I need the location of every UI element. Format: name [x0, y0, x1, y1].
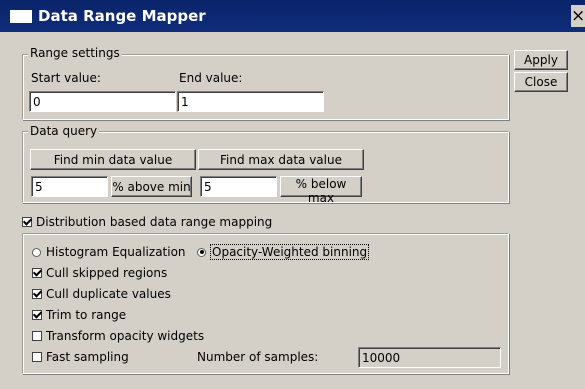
above-min-button[interactable]: % above min: [111, 176, 192, 197]
cull-skipped-regions-checkbox[interactable]: Cull skipped regions: [32, 265, 167, 281]
opacity-weighted-binning-radio[interactable]: Opacity-Weighted binning: [197, 244, 370, 260]
opacity-weighted-binning-radio-icon: [197, 247, 206, 257]
fast-sampling-check-icon: [32, 352, 42, 362]
transform-opacity-widgets-check-icon: [32, 331, 42, 341]
opacity-weighted-binning-label: Opacity-Weighted binning: [209, 244, 370, 260]
start-value-input[interactable]: [29, 91, 176, 112]
min-percent-input[interactable]: [31, 176, 108, 197]
transform-opacity-widgets-checkbox[interactable]: Transform opacity widgets: [32, 328, 204, 344]
fast-sampling-checkbox[interactable]: Fast sampling: [32, 349, 129, 365]
title-bar: Data Range Mapper ×: [0, 0, 585, 32]
histogram-equalization-radio[interactable]: Histogram Equalization: [32, 244, 186, 260]
find-max-button[interactable]: Find max data value: [198, 149, 364, 170]
trim-to-range-label: Trim to range: [46, 308, 127, 322]
close-icon[interactable]: ×: [571, 5, 585, 27]
number-of-samples-label: Number of samples:: [197, 350, 319, 364]
transform-opacity-widgets-label: Transform opacity widgets: [46, 329, 205, 343]
max-percent-input[interactable]: [200, 176, 277, 197]
cull-duplicate-values-check-icon: [32, 289, 42, 299]
apply-button[interactable]: Apply: [514, 50, 568, 70]
cull-skipped-regions-label: Cull skipped regions: [46, 266, 168, 280]
close-button[interactable]: Close: [514, 72, 568, 92]
number-of-samples-input[interactable]: [358, 347, 501, 368]
below-max-button[interactable]: % below max: [280, 176, 362, 205]
distribution-mapping-check-icon: [22, 217, 32, 227]
histogram-equalization-radio-icon: [32, 247, 41, 257]
histogram-equalization-label: Histogram Equalization: [46, 245, 186, 259]
distribution-mapping-label: Distribution based data range mapping: [36, 215, 273, 229]
start-value-label: Start value:: [31, 71, 101, 85]
window-title: Data Range Mapper: [38, 7, 206, 25]
cull-skipped-regions-check-icon: [32, 268, 42, 278]
trim-to-range-check-icon: [32, 310, 42, 320]
cull-duplicate-values-label: Cull duplicate values: [46, 287, 171, 301]
trim-to-range-checkbox[interactable]: Trim to range: [32, 307, 126, 323]
fast-sampling-label: Fast sampling: [46, 350, 129, 364]
find-min-button[interactable]: Find min data value: [30, 149, 196, 170]
end-value-label: End value:: [179, 71, 243, 85]
window-app-icon: [10, 10, 32, 23]
end-value-input[interactable]: [177, 91, 324, 112]
range-settings-legend: Range settings: [28, 46, 122, 60]
cull-duplicate-values-checkbox[interactable]: Cull duplicate values: [32, 286, 171, 302]
distribution-mapping-checkbox[interactable]: Distribution based data range mapping: [22, 214, 272, 230]
data-query-legend: Data query: [28, 124, 100, 138]
